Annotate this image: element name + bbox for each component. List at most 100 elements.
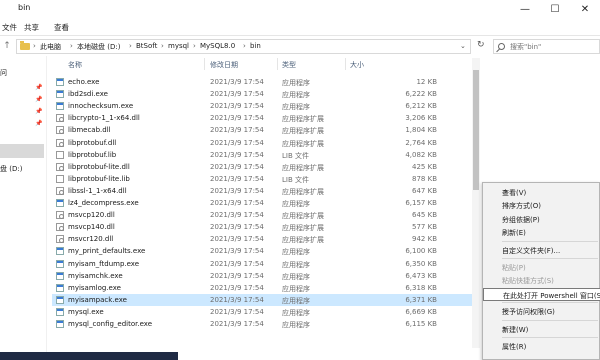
tab-file[interactable]: 文件 — [2, 22, 17, 33]
up-arrow-icon[interactable]: ↑ — [2, 39, 12, 53]
exe-file-icon — [56, 307, 64, 316]
breadcrumb-this-pc[interactable]: 此电脑 — [40, 42, 61, 52]
file-row[interactable]: myisam_ftdump.exe 2021/3/9 17:54 应用程序 6,350… — [52, 258, 472, 270]
file-row[interactable]: myisamlog.exe 2021/3/9 17:54 应用程序 6,318 KB — [52, 282, 472, 294]
file-size: 4,082 KB — [405, 150, 437, 159]
file-row[interactable]: myisampack.exe 2021/3/9 17:54 应用程序 6,371 KB — [52, 293, 472, 306]
search-box[interactable] — [493, 39, 600, 54]
file-date: 2021/3/9 17:54 — [210, 271, 264, 280]
file-type: 应用程序 — [282, 296, 310, 305]
breadcrumb-drive-d[interactable]: 本地磁盘 (D:) — [77, 42, 120, 52]
file-row[interactable]: mysql_config_editor.exe 2021/3/9 17:54 应用程… — [52, 318, 472, 330]
file-row[interactable]: libprotobuf-lite.dll 2021/3/9 17:54 应用程序扩展… — [52, 161, 472, 173]
file-date: 2021/3/9 17:54 — [210, 90, 264, 99]
exe-file-icon — [56, 320, 64, 328]
context-menu-item[interactable]: 自定义文件夹(F)... — [483, 244, 600, 257]
column-divider[interactable] — [204, 58, 205, 70]
context-menu-item[interactable]: 分组依据(P) > — [483, 213, 600, 226]
context-menu-item[interactable]: 在此处打开 Powershell 窗口(S) — [483, 287, 600, 301]
maximize-button[interactable]: ☐ — [540, 0, 570, 20]
file-row[interactable]: mysql.exe 2021/3/9 17:54 应用程序 6,669 KB — [52, 306, 472, 318]
file-date: 2021/3/9 17:54 — [210, 223, 264, 232]
file-size: 6,100 KB — [405, 247, 437, 256]
search-input[interactable] — [510, 41, 600, 53]
file-row[interactable]: libprotobuf.lib 2021/3/9 17:54 LIB 文件 4,082… — [52, 149, 472, 161]
file-type: 应用程序扩展 — [282, 224, 324, 233]
menu-item-label: 粘贴快捷方式(S) — [502, 277, 554, 286]
file-date: 2021/3/9 17:54 — [210, 102, 264, 111]
nav-item-drive-d[interactable]: 盘 (D:) — [0, 164, 22, 174]
file-type: 应用程序扩展 — [282, 236, 324, 245]
file-row[interactable]: my_print_defaults.exe 2021/3/9 17:54 应用程序 6… — [52, 245, 472, 257]
column-date[interactable]: 修改日期 — [210, 60, 238, 70]
context-menu-item[interactable]: 新建(W) > — [483, 323, 600, 336]
file-size: 6,115 KB — [405, 320, 437, 328]
file-row[interactable]: libprotobuf-lite.lib 2021/3/9 17:54 LIB 文件… — [52, 173, 472, 185]
file-row[interactable]: libprotobuf.dll 2021/3/9 17:54 应用程序扩展 2,764… — [52, 137, 472, 149]
chevron-right-icon: › — [243, 42, 246, 50]
breadcrumb-mysql[interactable]: mysql — [168, 42, 189, 50]
column-type[interactable]: 类型 — [282, 60, 296, 70]
file-row[interactable]: innochecksum.exe 2021/3/9 17:54 应用程序 6,212 … — [52, 100, 472, 112]
exe-file-icon — [56, 283, 64, 292]
file-row[interactable]: ibd2sdi.exe 2021/3/9 17:54 应用程序 6,222 KB — [52, 88, 472, 100]
breadcrumb-mysql80[interactable]: MySQL8.0 — [200, 42, 235, 50]
file-type: 应用程序 — [282, 200, 310, 208]
file-row[interactable]: echo.exe 2021/3/9 17:54 应用程序 12 KB — [52, 76, 472, 88]
chevron-down-icon[interactable]: ⌄ — [460, 42, 466, 50]
file-row[interactable]: msvcr120.dll 2021/3/9 17:54 应用程序扩展 942 KB — [52, 233, 472, 245]
column-size[interactable]: 大小 — [350, 60, 364, 70]
navigation-pane: 问 📌 📌 📌 📌 盘 (D:) — [0, 56, 47, 360]
file-row[interactable]: libmecab.dll 2021/3/9 17:54 应用程序扩展 1,804 KB — [52, 124, 472, 136]
context-menu-item[interactable]: 属性(R) — [483, 340, 600, 353]
breadcrumb[interactable]: › 此电脑 › 本地磁盘 (D:) › BtSoft › mysql › MyS… — [16, 39, 471, 54]
minimize-button[interactable]: — — [510, 0, 540, 20]
file-name: msvcp140.dll — [68, 223, 115, 232]
menu-item-label: 粘贴(P) — [502, 264, 526, 272]
column-divider[interactable] — [277, 58, 278, 70]
breadcrumb-bin[interactable]: bin — [250, 42, 261, 50]
menu-separator — [502, 319, 598, 321]
exe-file-icon — [56, 90, 64, 99]
tab-share[interactable]: 共享 — [24, 22, 39, 33]
file-type: 应用程序扩展 — [282, 115, 324, 124]
refresh-icon[interactable]: ↻ — [477, 40, 485, 50]
file-type: 应用程序 — [282, 91, 310, 100]
dll-file-icon — [56, 114, 64, 123]
context-menu-item[interactable]: 排序方式(O) > — [483, 199, 600, 212]
breadcrumb-btsoft[interactable]: BtSoft — [136, 42, 157, 50]
file-row[interactable]: libssl-1_1-x64.dll 2021/3/9 17:54 应用程序扩展 64… — [52, 185, 472, 197]
nav-selection-highlight — [0, 144, 44, 158]
file-size: 3,206 KB — [405, 114, 437, 123]
column-divider[interactable] — [345, 58, 346, 70]
context-menu-item[interactable]: 刷新(E) — [483, 226, 600, 239]
file-size: 6,212 KB — [405, 102, 437, 111]
context-menu-item[interactable]: 授予访问权限(G) > — [483, 305, 600, 318]
close-button[interactable]: ✕ — [570, 0, 600, 20]
dll-file-icon — [56, 162, 64, 171]
submenu-arrow-icon: > — [502, 214, 508, 223]
file-row[interactable]: msvcp120.dll 2021/3/9 17:54 应用程序扩展 645 KB — [52, 209, 472, 221]
column-name[interactable]: 名称 — [68, 60, 82, 70]
file-name: myisamlog.exe — [68, 283, 121, 292]
pin-icon: 📌 — [35, 96, 43, 103]
file-row[interactable]: myisamchk.exe 2021/3/9 17:54 应用程序 6,473 KB — [52, 270, 472, 282]
file-name: myisampack.exe — [68, 295, 127, 304]
file-row[interactable]: lz4_decompress.exe 2021/3/9 17:54 应用程序 6,15… — [52, 197, 472, 209]
file-type: 应用程序 — [282, 284, 310, 293]
context-menu-item[interactable]: 查看(V) > — [483, 186, 600, 199]
dll-file-icon — [56, 138, 64, 147]
exe-file-icon — [56, 102, 64, 111]
nav-item-quick-access[interactable]: 问 — [0, 68, 7, 78]
file-name: libprotobuf-lite.lib — [68, 174, 130, 183]
tab-view[interactable]: 查看 — [54, 22, 69, 33]
file-size: 6,318 KB — [405, 283, 437, 292]
scrollbar-thumb[interactable] — [473, 70, 479, 190]
file-type: 应用程序 — [282, 79, 310, 87]
pin-icon: 📌 — [35, 108, 43, 115]
file-row[interactable]: libcrypto-1_1-x64.dll 2021/3/9 17:54 应用程序扩… — [52, 112, 472, 124]
file-row[interactable]: msvcp140.dll 2021/3/9 17:54 应用程序扩展 577 KB — [52, 221, 472, 233]
vertical-scrollbar[interactable] — [472, 58, 480, 348]
submenu-arrow-icon: > — [502, 188, 508, 196]
file-name: lz4_decompress.exe — [68, 199, 139, 207]
